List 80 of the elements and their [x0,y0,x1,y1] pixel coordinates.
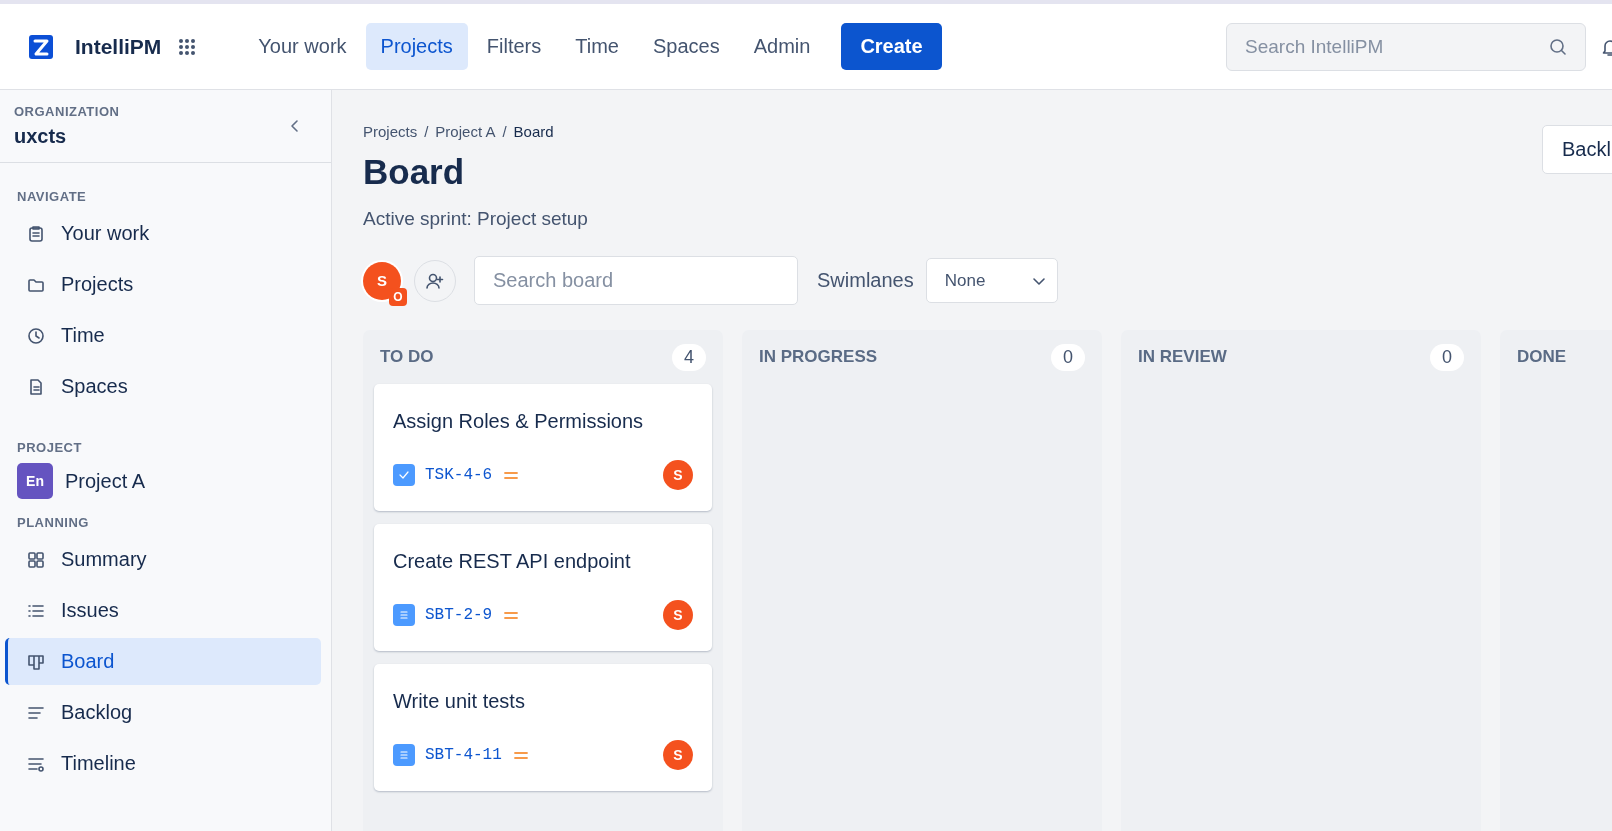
clipboard-icon [27,224,45,243]
column-title: IN REVIEW [1138,347,1227,367]
clock-icon [27,326,45,345]
nav-tab[interactable]: Filters [471,23,557,70]
create-button[interactable]: Create [841,23,942,70]
search-field[interactable]: Search IntelliPM [1226,22,1586,71]
issue-count: 0 [1430,343,1464,371]
issue-key[interactable]: SBT-2-9 [425,606,493,624]
sidebar-item[interactable]: Spaces [5,363,321,410]
sidebar-item-label: Timeline [61,752,136,775]
page-title: Board [363,152,466,192]
issue-count: 0 [1051,343,1085,371]
equals-icon [504,610,519,620]
issue-card[interactable]: Create REST API endpoint SBT-2-9 S [374,524,712,651]
breadcrumb-separator: / [424,123,429,140]
sidebar-item[interactable]: Time [5,312,321,359]
column-title: IN PROGRESS [759,347,878,367]
sidebar-item[interactable]: Timeline [5,740,321,787]
organization-name: uxcts [14,125,68,148]
section-label: PROJECT [16,439,83,457]
issue-title: Assign Roles & Permissions [393,410,645,433]
sidebar-item-label: Spaces [61,375,128,398]
issue-card[interactable]: Assign Roles & Permissions TSK-4-6 S [374,384,712,511]
column-title: TO DO [380,347,434,367]
section-label: NAVIGATE [16,188,88,206]
avatar-badge: O [389,287,407,306]
section-label: PLANNING [16,514,90,532]
sidebar-item[interactable]: Your work [5,210,321,257]
sidebar-item-label: Your work [61,222,150,245]
sidebar-item-label: Summary [61,548,147,571]
sprint-subtitle: Active sprint: Project setup [363,208,588,230]
add-people-button[interactable] [414,259,456,302]
project-item[interactable]: En Project A [5,461,321,501]
sidebar-item-label: Issues [61,599,119,622]
list-icon [393,604,415,626]
sidebar-item-label: Board [61,650,115,673]
sidebar-item[interactable]: Issues [5,587,321,634]
search-field[interactable]: Search board [474,256,798,305]
sidebar-item-label: Backlog [61,701,133,724]
nav-tab[interactable]: Your work [243,23,362,70]
assignee-avatar: S [663,740,693,770]
backlog-button[interactable]: Backl [1542,125,1612,174]
issue-key[interactable]: SBT-4-11 [425,746,502,764]
nav-tab[interactable]: Spaces [637,23,735,70]
breadcrumb-link[interactable]: Project A [435,123,496,140]
issue-title: Write unit tests [393,690,526,713]
sidebar-item-label: Projects [61,273,134,296]
issue-title: Create REST API endpoint [393,550,632,573]
search-icon [1548,36,1568,57]
issue-key[interactable]: TSK-4-6 [425,466,493,484]
nav-tab[interactable]: Admin [738,23,826,70]
issue-card[interactable]: Write unit tests SBT-4-11 S [374,664,712,791]
breadcrumb-link[interactable]: Projects [363,123,418,140]
sidebar-item-label: Time [61,324,105,347]
board-icon [27,652,45,671]
sidebar-item[interactable]: Board [5,638,321,685]
breadcrumb-separator: / [502,123,507,140]
document-icon [27,377,45,396]
nav-tab[interactable]: Projects [365,23,468,70]
issue-count: 4 [672,343,706,371]
checkmark-icon [393,464,415,486]
column-title: DONE [1517,347,1567,367]
equals-icon [504,470,519,480]
project-avatar: En [17,463,53,499]
equals-icon [513,750,528,760]
logo-icon [28,33,54,60]
grid-dots-icon [177,36,198,57]
list-icon [393,744,415,766]
sidebar-item[interactable]: Projects [5,261,321,308]
grid-icon [27,550,45,569]
section-label: ORGANIZATION [14,104,120,119]
sidebar-item[interactable]: Backlog [5,689,321,736]
swimlanes-dropdown[interactable]: None [925,258,1058,303]
assignee-avatar: S [663,600,693,630]
breadcrumb-link[interactable]: Board [513,123,554,140]
assignee-avatar: S [663,460,693,490]
swimlanes-label: Swimlanes [817,269,914,292]
app-name: IntelliPM [75,34,162,59]
sidebar-item[interactable]: Summary [5,536,321,583]
nav-tab[interactable]: Time [560,23,634,70]
